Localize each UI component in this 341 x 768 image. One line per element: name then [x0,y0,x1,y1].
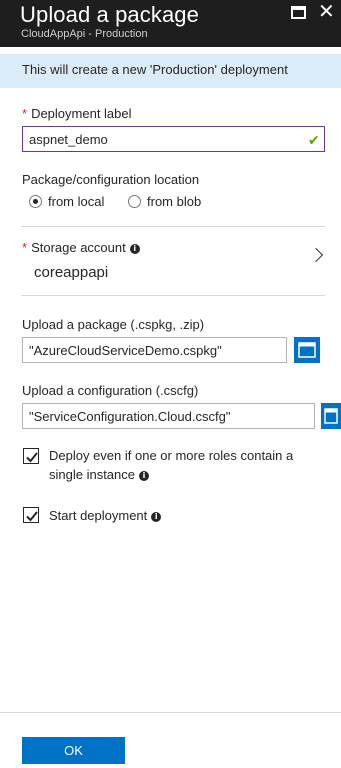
deploy-single-instance-label-line2: single instance i [49,467,149,482]
blade-header: Upload a package CloudAppApi - Productio… [0,0,341,47]
required-asterisk: * [22,106,28,121]
deployment-label-heading: * Deployment label [22,106,132,121]
deploy-single-instance-label-line1[interactable]: Deploy even if one or more roles contain… [49,448,293,463]
deployment-label-input[interactable] [22,126,325,152]
checkmark-icon [26,452,38,463]
valid-check-icon: ✔ [308,132,320,148]
close-icon[interactable]: ✕ [318,2,335,22]
banner-text: This will create a new 'Production' depl… [22,62,288,77]
divider [21,226,325,227]
package-label: Upload a package (.cspkg, .zip) [22,317,205,332]
radio-from-blob-label[interactable]: from blob [147,194,201,209]
deploy-single-instance-label-text[interactable]: single instance [49,467,135,482]
deployment-label-text: Deployment label [31,106,132,121]
maximize-icon[interactable] [291,6,306,19]
folder-icon [324,408,338,424]
location-label: Package/configuration location [22,172,200,187]
storage-account-value: coreappapi [34,264,109,281]
divider [21,295,325,296]
configuration-label: Upload a configuration (.cscfg) [22,383,199,398]
radio-from-blob[interactable] [128,195,141,208]
storage-account-heading: * Storage account i [22,240,140,255]
configuration-browse-button[interactable] [321,403,341,429]
radio-from-local[interactable] [29,195,42,208]
chevron-right-icon[interactable] [308,247,324,263]
start-deployment-checkbox[interactable] [23,507,39,523]
start-deployment-label-text[interactable]: Start deployment [49,508,147,523]
blade-subtitle: CloudAppApi - Production [21,28,148,40]
ok-button[interactable]: OK [22,737,125,764]
info-icon[interactable]: i [151,512,162,522]
footer-divider [0,712,341,713]
info-icon[interactable]: i [139,471,149,481]
checkmark-icon [26,511,38,522]
info-banner: This will create a new 'Production' depl… [0,54,341,88]
blade-title: Upload a package [20,2,199,27]
storage-account-label: Storage account [31,240,126,255]
required-asterisk: * [22,240,28,255]
deploy-single-instance-checkbox[interactable] [23,448,39,464]
package-browse-button[interactable] [294,337,320,363]
package-file-input[interactable] [22,337,287,363]
configuration-file-input[interactable] [22,403,315,429]
start-deployment-label: Start deployment i [49,508,162,523]
folder-icon [298,342,316,358]
radio-from-local-label[interactable]: from local [48,194,104,209]
info-icon[interactable]: i [129,244,140,254]
